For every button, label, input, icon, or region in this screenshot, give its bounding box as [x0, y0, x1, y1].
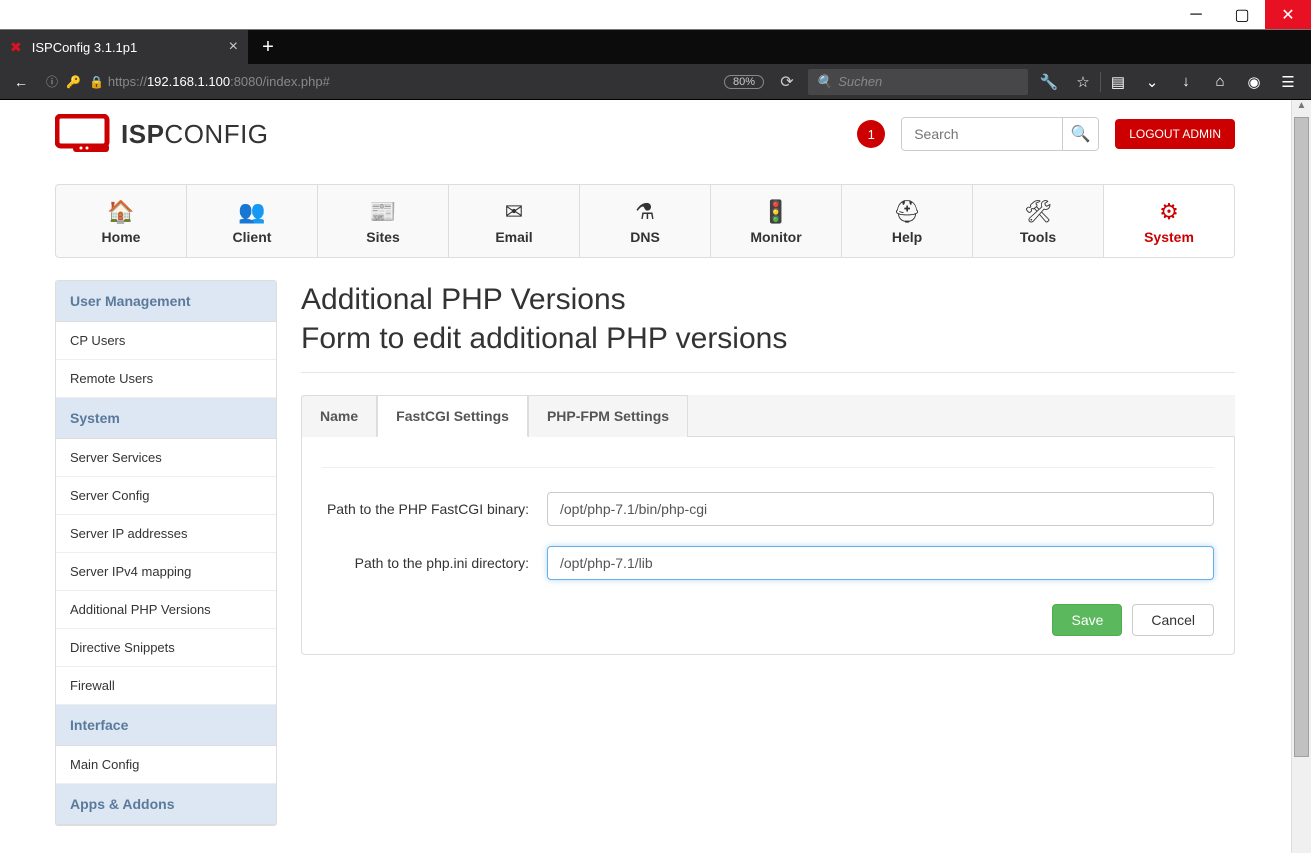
- home-icon: 🏠: [56, 199, 186, 223]
- nav-sites[interactable]: 📰Sites: [318, 185, 449, 257]
- search-icon: 🔍: [816, 74, 832, 90]
- logo[interactable]: ISPCONFIG: [55, 114, 269, 154]
- find-box[interactable]: 🔍 Suchen: [808, 69, 1028, 95]
- sidebar-item-server-ip[interactable]: Server IP addresses: [56, 515, 276, 553]
- app-header: ISPCONFIG 1 🔍 LOGOUT ADMIN: [55, 114, 1235, 154]
- tab-title: ISPConfig 3.1.1p1: [32, 40, 138, 55]
- nav-client[interactable]: 👥Client: [187, 185, 318, 257]
- sidebar-item-server-services[interactable]: Server Services: [56, 439, 276, 477]
- sidebar: User Management CP Users Remote Users Sy…: [55, 280, 277, 826]
- window-titlebar: ─ ▢ ✕: [0, 0, 1311, 30]
- logout-button[interactable]: LOGOUT ADMIN: [1115, 119, 1235, 149]
- label-phpini-dir: Path to the php.ini directory:: [322, 555, 547, 571]
- logo-text: ISPCONFIG: [121, 119, 269, 150]
- form-panel: Path to the PHP FastCGI binary: Path to …: [301, 437, 1235, 655]
- tab-name[interactable]: Name: [301, 395, 377, 437]
- sidebar-item-firewall[interactable]: Firewall: [56, 667, 276, 705]
- key-icon: 🔑: [66, 75, 81, 89]
- search-icon: 🔍: [1071, 124, 1091, 144]
- form-tabs: Name FastCGI Settings PHP-FPM Settings: [301, 395, 1235, 437]
- sidebar-item-main-config[interactable]: Main Config: [56, 746, 276, 784]
- sidebar-item-server-config[interactable]: Server Config: [56, 477, 276, 515]
- sidebar-item-ipv4-mapping[interactable]: Server IPv4 mapping: [56, 553, 276, 591]
- browser-tab[interactable]: ✖ ISPConfig 3.1.1p1 ×: [0, 30, 248, 64]
- shield-icon[interactable]: ◉: [1237, 73, 1271, 91]
- info-icon: ⓘ: [46, 73, 58, 90]
- address-bar[interactable]: ⓘ 🔑 🔒 https://192.168.1.100:8080/index.p…: [40, 68, 766, 96]
- client-icon: 👥: [187, 199, 317, 223]
- nav-system[interactable]: ⚙System: [1104, 185, 1234, 257]
- cancel-button[interactable]: Cancel: [1132, 604, 1214, 636]
- help-icon: ⛑: [842, 199, 972, 223]
- vertical-scrollbar[interactable]: ▲: [1291, 100, 1311, 853]
- reload-button[interactable]: ⟳: [770, 72, 804, 92]
- main-nav: 🏠Home 👥Client 📰Sites ✉Email ⚗DNS 🚦Monito…: [55, 184, 1235, 258]
- row-phpini-dir: Path to the php.ini directory:: [322, 546, 1214, 580]
- bookmark-icon[interactable]: ☆: [1066, 73, 1100, 91]
- devtools-icon[interactable]: 🔧: [1032, 73, 1066, 91]
- sidebar-item-cp-users[interactable]: CP Users: [56, 322, 276, 360]
- input-fastcgi-binary[interactable]: [547, 492, 1214, 526]
- lock-warning-icon: 🔒: [89, 75, 104, 89]
- search-button[interactable]: 🔍: [1062, 118, 1098, 150]
- zoom-badge[interactable]: 80%: [724, 75, 764, 89]
- home-icon[interactable]: ⌂: [1203, 73, 1237, 90]
- divider: [301, 372, 1235, 373]
- window-minimize[interactable]: ─: [1173, 0, 1219, 29]
- notification-badge[interactable]: 1: [857, 120, 885, 148]
- sidebar-group-user-management: User Management: [56, 281, 276, 322]
- monitor-icon: 🚦: [711, 199, 841, 223]
- toolbar-icons: 🔧 ☆ ▤ ⌄ ↓ ⌂ ◉ ☰: [1032, 72, 1305, 92]
- browser-tabstrip: ✖ ISPConfig 3.1.1p1 × +: [0, 30, 1311, 64]
- menu-icon[interactable]: ☰: [1271, 73, 1305, 91]
- nav-tools[interactable]: 🛠Tools: [973, 185, 1104, 257]
- tab-close-icon[interactable]: ×: [229, 38, 238, 56]
- downloads-icon[interactable]: ↓: [1169, 73, 1203, 90]
- sites-icon: 📰: [318, 199, 448, 223]
- library-icon[interactable]: ▤: [1101, 73, 1135, 91]
- gear-icon: ⚙: [1104, 199, 1234, 223]
- email-icon: ✉: [449, 199, 579, 223]
- input-phpini-dir[interactable]: [547, 546, 1214, 580]
- sidebar-item-remote-users[interactable]: Remote Users: [56, 360, 276, 398]
- label-fastcgi-binary: Path to the PHP FastCGI binary:: [322, 501, 547, 517]
- sidebar-item-directive-snippets[interactable]: Directive Snippets: [56, 629, 276, 667]
- back-button[interactable]: ←: [6, 67, 36, 97]
- nav-home[interactable]: 🏠Home: [56, 185, 187, 257]
- new-tab-button[interactable]: +: [248, 30, 288, 64]
- pocket-icon[interactable]: ⌄: [1135, 73, 1169, 91]
- nav-help[interactable]: ⛑Help: [842, 185, 973, 257]
- main-content: Additional PHP Versions Form to edit add…: [301, 280, 1235, 826]
- tab-fastcgi-settings[interactable]: FastCGI Settings: [377, 395, 528, 437]
- window-close[interactable]: ✕: [1265, 0, 1311, 29]
- row-fastcgi-binary: Path to the PHP FastCGI binary:: [322, 492, 1214, 526]
- sidebar-item-additional-php[interactable]: Additional PHP Versions: [56, 591, 276, 629]
- search-input[interactable]: [902, 118, 1062, 150]
- tab-favicon-icon: ✖: [10, 39, 22, 56]
- url-text: https://192.168.1.100:8080/index.php#: [108, 74, 330, 89]
- nav-email[interactable]: ✉Email: [449, 185, 580, 257]
- sidebar-group-apps-addons: Apps & Addons: [56, 784, 276, 825]
- save-button[interactable]: Save: [1052, 604, 1122, 636]
- sidebar-group-interface: Interface: [56, 705, 276, 746]
- sidebar-group-system: System: [56, 398, 276, 439]
- window-maximize[interactable]: ▢: [1219, 0, 1265, 29]
- nav-monitor[interactable]: 🚦Monitor: [711, 185, 842, 257]
- browser-toolbar: ← ⓘ 🔑 🔒 https://192.168.1.100:8080/index…: [0, 64, 1311, 100]
- nav-dns[interactable]: ⚗DNS: [580, 185, 711, 257]
- dns-icon: ⚗: [580, 199, 710, 223]
- logo-icon: [55, 114, 111, 154]
- page-title: Additional PHP Versions Form to edit add…: [301, 280, 1235, 358]
- form-actions: Save Cancel: [322, 604, 1214, 636]
- find-placeholder: Suchen: [838, 74, 882, 89]
- search-group: 🔍: [901, 117, 1099, 151]
- tools-icon: 🛠: [973, 199, 1103, 223]
- tab-phpfpm-settings[interactable]: PHP-FPM Settings: [528, 395, 688, 437]
